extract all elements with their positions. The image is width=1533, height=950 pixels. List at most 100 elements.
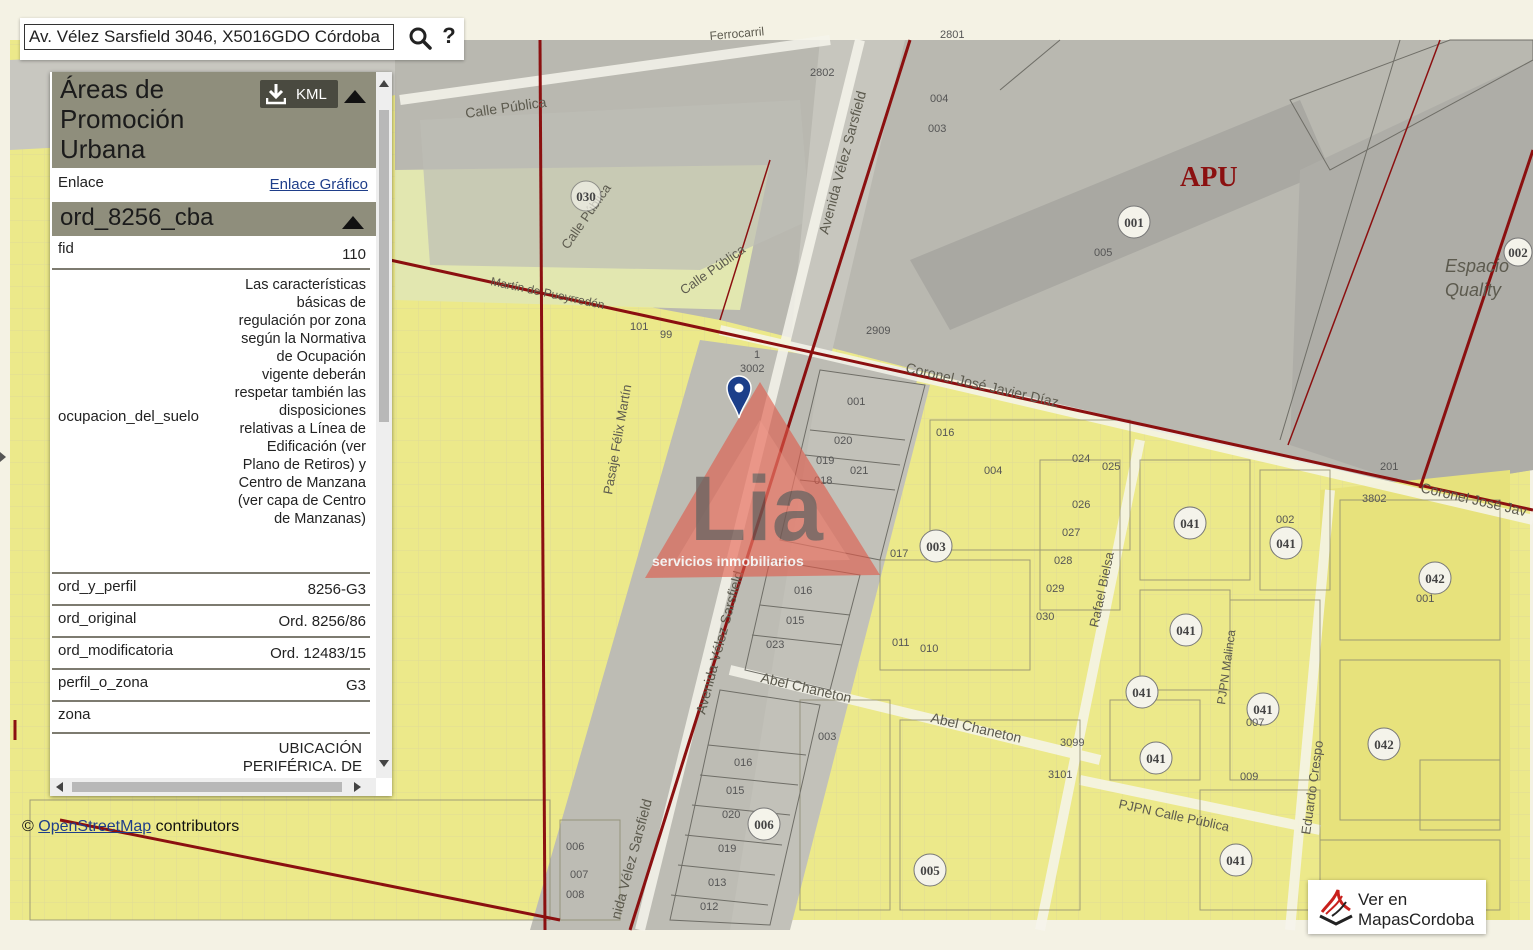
parcel-circle: 041: [1219, 843, 1253, 877]
info-panel: Áreas de Promoción Urbana KML Enlace Enl…: [50, 72, 392, 796]
scroll-thumb[interactable]: [379, 110, 389, 422]
svg-text:019: 019: [718, 843, 736, 855]
svg-text:042: 042: [1374, 737, 1394, 752]
info-panel-content: Áreas de Promoción Urbana KML Enlace Enl…: [50, 72, 376, 778]
svg-text:009: 009: [1240, 771, 1258, 783]
svg-text:016: 016: [734, 757, 752, 769]
svg-text:007: 007: [1246, 717, 1264, 729]
collapse-panel-icon[interactable]: [344, 90, 366, 103]
openstreetmap-link[interactable]: OpenStreetMap: [38, 818, 151, 835]
ver-en-mapascordoba-button[interactable]: Ver en MapasCordoba: [1308, 880, 1486, 934]
parcel-circle: 006: [747, 807, 781, 841]
mapascordoba-line2: MapasCordoba: [1358, 910, 1475, 929]
svg-text:003: 003: [926, 539, 946, 554]
scroll-left-icon[interactable]: [56, 782, 63, 792]
svg-text:2909: 2909: [866, 325, 890, 337]
attribute-key: ord_original: [58, 610, 137, 627]
collapse-layer-icon[interactable]: [342, 216, 364, 229]
attribute-key: zona: [58, 706, 91, 723]
parcel-circle: 041: [1139, 741, 1173, 775]
mapascordoba-text: Ver en MapasCordoba: [1358, 890, 1474, 930]
parcel-circle: 030: [570, 180, 602, 212]
svg-text:007: 007: [570, 869, 588, 881]
svg-text:026: 026: [1072, 499, 1090, 511]
enlace-grafico-link[interactable]: Enlace Gráfico: [270, 176, 368, 193]
parcel-circle: 041: [1269, 526, 1303, 560]
parcel-circle: 003: [919, 529, 953, 563]
layer-title: ord_8256_cba: [60, 204, 214, 231]
enlace-row: Enlace Enlace Gráfico: [52, 170, 376, 200]
svg-text:013: 013: [708, 877, 726, 889]
svg-text:3101: 3101: [1048, 769, 1072, 781]
svg-text:020: 020: [722, 809, 740, 821]
attribute-key: ord_y_perfil: [58, 578, 137, 595]
svg-text:003: 003: [818, 731, 836, 743]
svg-text:2802: 2802: [810, 67, 834, 79]
parcel-circle: 042: [1367, 727, 1401, 761]
scroll-right-icon[interactable]: [354, 782, 361, 792]
svg-text:041: 041: [1176, 623, 1196, 638]
svg-text:001: 001: [847, 396, 865, 408]
panel-title: Áreas de Promoción Urbana: [60, 74, 185, 164]
svg-text:3802: 3802: [1362, 493, 1386, 505]
svg-text:024: 024: [1072, 453, 1090, 465]
svg-text:3099: 3099: [1060, 737, 1084, 749]
attribute-row-zona: zona: [52, 702, 370, 734]
attribute-key: fid: [58, 240, 74, 257]
attribute-value: 110: [342, 246, 366, 263]
help-button[interactable]: ?: [438, 23, 460, 51]
svg-text:004: 004: [984, 465, 1002, 477]
parcel-circle: 005: [913, 853, 947, 887]
parcel-circle: 041: [1125, 675, 1159, 709]
svg-text:041: 041: [1253, 702, 1273, 717]
svg-text:029: 029: [1046, 583, 1064, 595]
scroll-up-icon[interactable]: [379, 80, 389, 87]
kml-download-button[interactable]: KML: [260, 80, 338, 108]
attribute-row-perfil-o-zona: perfil_o_zona G3: [52, 670, 370, 702]
svg-text:003: 003: [928, 123, 946, 135]
attribute-value: Ord. 8256/86: [278, 613, 366, 630]
attribute-value: UBICACIÓN PERIFÉRICA. DE: [242, 740, 362, 775]
attribute-value: Las características básicas de regulació…: [234, 277, 366, 527]
svg-text:016: 016: [936, 427, 954, 439]
place-label: Espacio: [1445, 256, 1509, 276]
parcel-circle: 002: [1503, 237, 1533, 267]
svg-text:041: 041: [1226, 853, 1246, 868]
zone-label-apu: APU: [1180, 162, 1238, 193]
svg-text:006: 006: [566, 841, 584, 853]
svg-text:017: 017: [890, 548, 908, 560]
place-label: Quality: [1445, 280, 1502, 300]
svg-text:1: 1: [754, 349, 760, 361]
attribute-value: Ord. 12483/15: [270, 645, 366, 662]
scroll-thumb[interactable]: [72, 782, 342, 792]
parcel-circle: 001: [1117, 205, 1151, 239]
svg-text:008: 008: [566, 889, 584, 901]
panel-vertical-scrollbar[interactable]: [376, 72, 392, 778]
search-bar: ?: [20, 18, 464, 60]
svg-text:005: 005: [920, 863, 940, 878]
watermark-letters: Lia: [690, 458, 824, 560]
search-icon[interactable]: [408, 26, 432, 50]
svg-text:99: 99: [660, 329, 672, 341]
attribute-row-ord-original: ord_original Ord. 8256/86: [52, 606, 370, 638]
enlace-label: Enlace: [58, 174, 104, 191]
svg-text:030: 030: [1036, 611, 1054, 623]
svg-text:3002: 3002: [740, 363, 764, 375]
mapascordoba-logo-icon: [1319, 889, 1353, 926]
svg-text:002: 002: [1276, 514, 1294, 526]
search-input[interactable]: [24, 24, 394, 50]
scroll-down-icon[interactable]: [379, 760, 389, 767]
attribute-row-fid: fid 110: [52, 236, 370, 270]
parcel-circle: 041: [1169, 613, 1203, 647]
mapascordoba-line1: Ver en: [1358, 890, 1408, 909]
svg-text:001: 001: [1124, 215, 1144, 230]
svg-text:201: 201: [1380, 461, 1398, 473]
parcel-circle: 041: [1173, 506, 1207, 540]
svg-text:001: 001: [1416, 593, 1434, 605]
svg-text:041: 041: [1146, 751, 1166, 766]
svg-text:021: 021: [850, 465, 868, 477]
panel-horizontal-scrollbar[interactable]: [50, 778, 376, 796]
attribute-row-ord-modificatoria: ord_modificatoria Ord. 12483/15: [52, 638, 370, 670]
svg-text:006: 006: [754, 817, 774, 832]
attribute-row-ord-y-perfil: ord_y_perfil 8256-G3: [52, 574, 370, 606]
